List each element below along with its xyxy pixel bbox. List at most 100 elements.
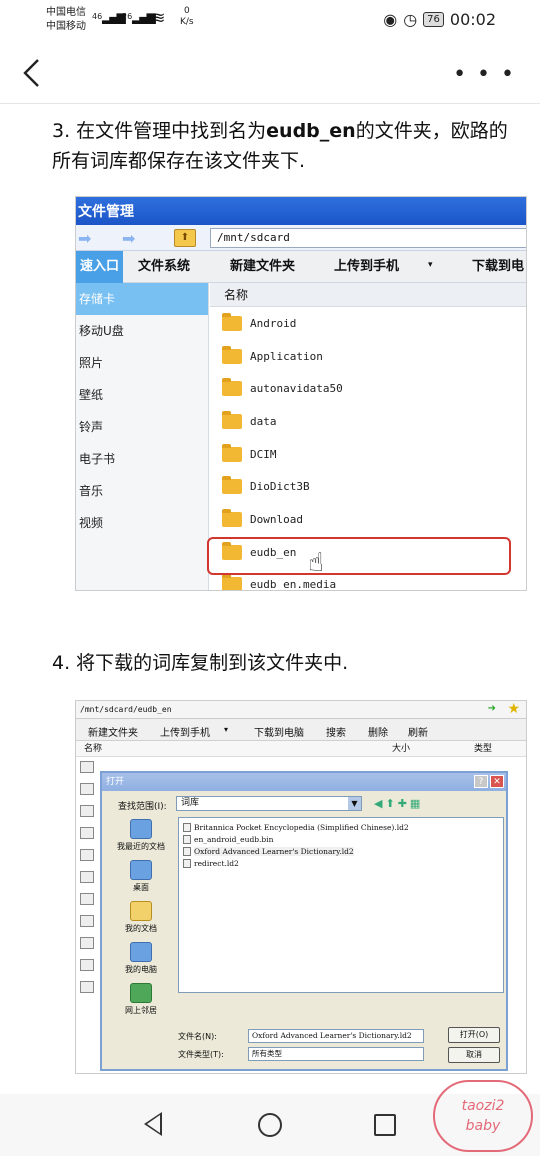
folder-icon	[222, 345, 242, 364]
place-recent[interactable]: 我最近的文档	[106, 819, 176, 852]
back-icon[interactable]	[22, 58, 42, 88]
address-bar[interactable]: /mnt/sdcard/eudb_en	[76, 701, 526, 719]
sidebar-item-ringtones[interactable]: 铃声	[76, 411, 208, 443]
column-size[interactable]: 大小	[392, 741, 410, 757]
file-icon	[80, 893, 94, 905]
sidebar-item-ebooks[interactable]: 电子书	[76, 443, 208, 475]
folder-row[interactable]: DioDict3B	[210, 470, 526, 503]
folder-icon	[222, 476, 242, 495]
place-network[interactable]: 网上邻居	[106, 983, 176, 1016]
file-manager-screenshot: 文件管理 ➡ ➡ ⬆ /mnt/sdcard 速入口 文件系统 新建文件夹 上传…	[75, 196, 527, 591]
sidebar-item-usb[interactable]: 移动U盘	[76, 315, 208, 347]
toolbar: 新建文件夹 上传到手机 ▾ 下载到电脑 搜索 删除 刷新	[76, 719, 526, 741]
look-in-label: 查找范围(I):	[118, 802, 167, 812]
back-icon[interactable]: ◀	[374, 797, 385, 810]
file-icon	[183, 846, 191, 856]
open-button[interactable]: 打开(O)	[448, 1027, 500, 1043]
cancel-button[interactable]: 取消	[448, 1047, 500, 1063]
column-type[interactable]: 类型	[474, 741, 492, 757]
back-arrow-icon[interactable]: ➡	[78, 229, 91, 248]
window-title: 文件管理	[76, 197, 526, 225]
download-button[interactable]: 下载到电	[472, 251, 524, 283]
view-menu-icon[interactable]: ▦	[410, 797, 423, 810]
delete-button[interactable]: 删除	[368, 724, 388, 739]
list-item[interactable]: Britannica Pocket Encyclopedia (Simplifi…	[183, 821, 499, 833]
folder-row[interactable]: Application	[210, 340, 526, 373]
folder-name: autonavidata50	[250, 382, 343, 396]
column-header-name[interactable]: 名称	[210, 283, 526, 307]
step-4-text: 4. 将下载的词库复制到该文件夹中.	[52, 652, 349, 674]
folder-icon	[222, 443, 242, 462]
upload-button[interactable]: 上传到手机	[160, 724, 210, 739]
file-icon	[80, 805, 94, 817]
file-icon	[80, 937, 94, 949]
sidebar: 存储卡 移动U盘 照片 壁纸 铃声 电子书 音乐 视频	[76, 283, 209, 590]
file-icon	[80, 761, 94, 773]
list-item[interactable]: en_android_eudb.bin	[183, 833, 499, 845]
tab-bar: 速入口 文件系统 新建文件夹 上传到手机 ▾ 下载到电	[76, 251, 526, 283]
tab-quick-entry[interactable]: 速入口	[76, 251, 124, 283]
help-icon[interactable]: ?	[474, 775, 488, 788]
wifi-icon: ≋	[152, 8, 166, 27]
folder-row[interactable]: data	[210, 405, 526, 438]
sidebar-item-music[interactable]: 音乐	[76, 475, 208, 507]
watermark-stamp: taozi2 baby	[433, 1080, 533, 1152]
folder-name: Application	[250, 349, 323, 363]
list-item[interactable]: Oxford Advanced Learner's Dictionary.ld2	[183, 845, 499, 857]
download-button[interactable]: 下载到电脑	[254, 724, 304, 739]
column-name[interactable]: 名称	[84, 741, 102, 757]
list-item[interactable]: redirect.ld2	[183, 857, 499, 869]
highlight-box	[207, 537, 511, 575]
tab-file-system[interactable]: 文件系统	[138, 251, 190, 283]
refresh-button[interactable]: 刷新	[408, 724, 428, 739]
chevron-down-icon[interactable]: ▼	[348, 797, 361, 810]
file-name: en_android_eudb.bin	[194, 834, 274, 844]
file-icon	[80, 871, 94, 883]
nav-back-icon[interactable]	[144, 1112, 162, 1136]
dialog-nav-icons: ◀⬆✚▦	[374, 797, 423, 810]
forward-arrow-icon[interactable]: ➡	[122, 229, 135, 248]
upload-button[interactable]: 上传到手机	[334, 251, 399, 283]
path-field[interactable]: /mnt/sdcard	[210, 228, 526, 248]
place-computer[interactable]: 我的电脑	[106, 942, 176, 975]
filetype-select[interactable]: 所有类型	[248, 1047, 424, 1061]
close-icon[interactable]: ✕	[490, 775, 504, 788]
folder-row[interactable]: DCIM	[210, 438, 526, 471]
net-speed: 0 K/s	[180, 6, 194, 28]
folder-icon	[222, 574, 242, 590]
more-icon[interactable]: • • •	[453, 62, 516, 87]
sidebar-item-wallpaper[interactable]: 壁纸	[76, 379, 208, 411]
folder-row[interactable]: Download	[210, 503, 526, 536]
file-icon	[80, 827, 94, 839]
new-folder-button[interactable]: 新建文件夹	[88, 724, 138, 739]
up-folder-icon[interactable]: ⬆	[174, 229, 196, 247]
file-icon	[183, 822, 191, 832]
folder-name: eudb_en.media	[250, 578, 337, 591]
sidebar-item-video[interactable]: 视频	[76, 507, 208, 539]
search-button[interactable]: 搜索	[326, 724, 346, 739]
star-icon[interactable]: ★	[507, 701, 520, 717]
watermark-line-2: baby	[465, 1118, 501, 1134]
folder-row[interactable]: autonavidata50	[210, 372, 526, 405]
filename-field[interactable]: Oxford Advanced Learner's Dictionary.ld2	[248, 1029, 424, 1043]
status-bar: 中国电信 中国移动 46 26 ▂▄▆ ▂▄▆ ≋ 0 K/s ◉ ◷ 76 0…	[0, 0, 540, 40]
file-icon-column	[80, 761, 98, 1003]
alarm-icon: ◷	[403, 10, 418, 29]
folder-row[interactable]: Android	[210, 307, 526, 340]
look-in-select[interactable]: 词库 ▼	[176, 796, 362, 811]
file-icon	[80, 783, 94, 795]
sidebar-item-photos[interactable]: 照片	[76, 347, 208, 379]
go-arrow-icon[interactable]: ➜	[488, 703, 496, 714]
place-desktop[interactable]: 桌面	[106, 860, 176, 893]
up-folder-icon[interactable]: ⬆	[385, 797, 397, 810]
folder-name: Download	[250, 512, 303, 526]
sidebar-item-sdcard[interactable]: 存储卡	[76, 283, 208, 315]
desktop-icon	[130, 860, 152, 880]
new-folder-icon[interactable]: ✚	[398, 797, 410, 810]
nav-home-icon[interactable]	[258, 1113, 282, 1137]
recent-documents-icon	[130, 819, 152, 839]
nav-recents-icon[interactable]	[374, 1114, 396, 1136]
place-documents[interactable]: 我的文档	[106, 901, 176, 934]
column-header: 名称 大小 类型	[76, 741, 526, 757]
new-folder-button[interactable]: 新建文件夹	[230, 251, 295, 283]
